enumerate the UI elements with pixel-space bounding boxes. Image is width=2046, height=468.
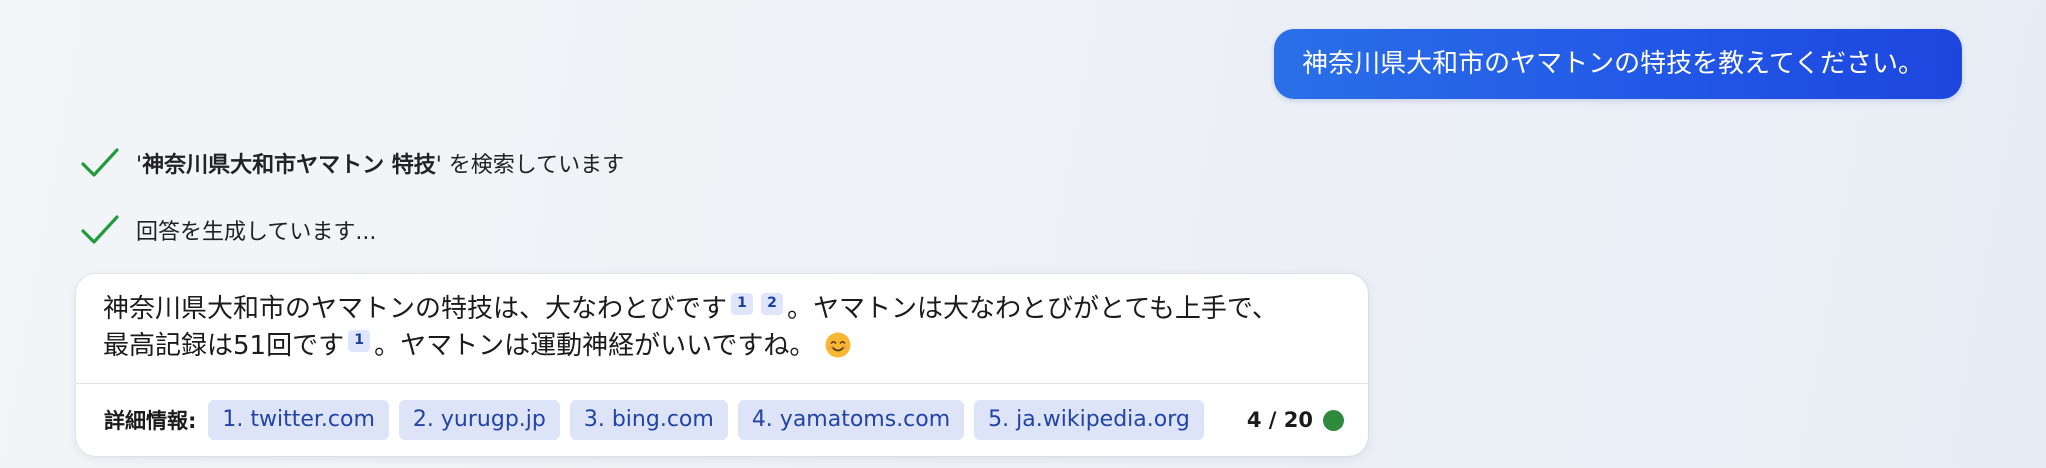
answer-text: 神奈川県大和市のヤマトンの特技は、大なわとびです 1 2 。ヤマトンは大なわとびがとて… xyxy=(103,291,1328,365)
status-dot-icon xyxy=(1323,409,1344,431)
citation-badge[interactable]: 2 xyxy=(761,293,784,315)
source-link-bing[interactable]: 3. bing.com xyxy=(569,400,728,440)
search-status-text: '神奈川県大和市ヤマトン 特技' を検索しています xyxy=(136,147,624,179)
checkmark-icon xyxy=(80,213,120,247)
search-status: '神奈川県大和市ヤマトン 特技' を検索しています xyxy=(80,146,624,180)
user-message-bubble: 神奈川県大和市のヤマトンの特技を教えてください。 xyxy=(1274,29,1962,99)
turn-counter: 4 / 20 xyxy=(1247,408,1344,432)
turn-counter-text: 4 / 20 xyxy=(1246,408,1313,432)
source-link-wikipedia[interactable]: 5. ja.wikipedia.org xyxy=(974,400,1204,440)
source-link-twitter[interactable]: 1. twitter.com xyxy=(208,400,389,440)
checkmark-icon xyxy=(80,146,120,180)
source-link-yurugp[interactable]: 2. yurugp.jp xyxy=(398,400,560,440)
smiling-face-icon xyxy=(825,332,851,358)
citation-badge[interactable]: 1 xyxy=(731,293,754,315)
generating-status-text: 回答を生成しています... xyxy=(136,220,377,245)
answer-line-2: 最高記録は51回です 1 。ヤマトンは運動神経がいいですね。 xyxy=(103,328,1328,365)
divider xyxy=(76,383,1368,384)
answer-segment: 。ヤマトンは大なわとびがとても上手で、 xyxy=(787,294,1278,324)
answer-card: 神奈川県大和市のヤマトンの特技は、大なわとびです 1 2 。ヤマトンは大なわとびがとて… xyxy=(76,274,1368,456)
sources-footer: 詳細情報: 1. twitter.com 2. yurugp.jp 3. bin… xyxy=(104,400,1344,440)
answer-line-1: 神奈川県大和市のヤマトンの特技は、大なわとびです 1 2 。ヤマトンは大なわとびがとて… xyxy=(103,291,1328,328)
search-query: 神奈川県大和市ヤマトン 特技 xyxy=(142,153,436,178)
citation-badge[interactable]: 1 xyxy=(348,330,371,352)
answer-segment: 神奈川県大和市のヤマトンの特技は、大なわとびです xyxy=(103,294,728,324)
answer-segment: 。ヤマトンは運動神経がいいですね。 xyxy=(374,331,816,361)
source-link-yamatoms[interactable]: 4. yamatoms.com xyxy=(737,400,965,440)
generating-status: 回答を生成しています... xyxy=(80,213,376,247)
details-label: 詳細情報: xyxy=(104,409,197,433)
answer-segment: 最高記録は51回です xyxy=(103,331,345,361)
search-suffix: を検索しています xyxy=(441,153,625,178)
